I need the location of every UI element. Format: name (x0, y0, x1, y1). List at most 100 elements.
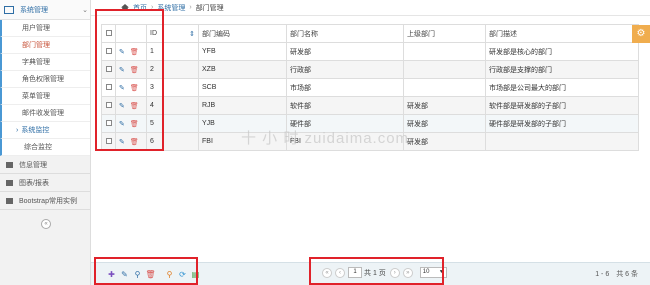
sidebar-item-role[interactable]: 角色权限管理 (0, 71, 90, 88)
chevron-right-icon: › (16, 126, 19, 134)
header-id-label: ID (150, 29, 157, 37)
sidebar-group-monitor[interactable]: › 系统监控 (0, 122, 90, 139)
prev-page-button[interactable]: ‹ (335, 267, 345, 278)
delete-icon[interactable]: 🗑 (130, 85, 139, 92)
breadcrumb-home[interactable]: 首页 (133, 3, 147, 13)
row-checkbox[interactable] (105, 102, 112, 109)
record-info: 1 - 6 共 6 条 (595, 271, 638, 278)
cell-id: 3 (146, 78, 199, 97)
cell-name: 市场部 (286, 78, 404, 97)
sidebar-item-mail[interactable]: 邮件收发管理 (0, 105, 90, 122)
add-icon[interactable]: ✚ (106, 269, 117, 280)
page-size-value: 10 (422, 269, 430, 275)
delete-icon[interactable]: 🗑 (130, 49, 139, 56)
header-id[interactable]: ID ⇕ (146, 24, 199, 43)
cell-name: 研发部 (286, 42, 404, 61)
table-row[interactable]: ✎ 🗑 2 XZB 行政部 行政部是支撑的部门 (101, 60, 639, 79)
row-checkbox-cell[interactable] (101, 78, 116, 97)
last-page-button[interactable]: » (402, 267, 413, 278)
delete-icon[interactable]: 🗑 (130, 103, 139, 110)
sidebar-item-dict[interactable]: 字典管理 (0, 54, 90, 71)
cell-desc: 市场部是公司最大的部门 (485, 78, 639, 97)
row-checkbox[interactable] (105, 66, 112, 73)
main-content: 首页 › 系统管理 › 部门管理 ID ⇕ 部门编码 部门名称 上级部门 部门描述… (91, 0, 650, 285)
cell-desc: 硬件部是研发部的子部门 (485, 114, 639, 133)
table-row[interactable]: ✎ 🗑 1 YFB 研发部 研发部是核心的部门 (101, 42, 639, 61)
sidebar-submenu: 用户管理 部门管理 字典管理 角色权限管理 菜单管理 邮件收发管理 › 系统监控… (0, 20, 90, 156)
view-icon[interactable]: ⚲ (132, 269, 143, 280)
first-page-button[interactable]: « (322, 267, 332, 278)
table-row[interactable]: ✎ 🗑 3 SCB 市场部 市场部是公司最大的部门 (101, 78, 639, 97)
home-icon (121, 4, 129, 11)
row-actions: ✎ 🗑 (115, 42, 147, 61)
row-checkbox[interactable] (105, 138, 112, 145)
section-icon (6, 179, 13, 186)
sidebar-section-chart[interactable]: 图表/报表 (0, 174, 90, 192)
sidebar-collapse-button[interactable]: « (41, 219, 51, 229)
table-header-row: ID ⇕ 部门编码 部门名称 上级部门 部门描述 (101, 24, 639, 43)
header-parent[interactable]: 上级部门 (403, 24, 486, 43)
header-code[interactable]: 部门编码 (198, 24, 287, 43)
select-all-cell[interactable] (101, 24, 116, 43)
export-icon[interactable]: ▤ (190, 269, 201, 280)
table-row[interactable]: ✎ 🗑 4 RJB 软件部 研发部 软件部是研发部的子部门 (101, 96, 639, 115)
refresh-icon[interactable]: ⟳ (177, 269, 188, 280)
delete-icon[interactable]: 🗑 (145, 269, 156, 280)
breadcrumb-sep: › (189, 4, 192, 11)
edit-icon[interactable]: ✎ (119, 103, 125, 110)
edit-icon[interactable]: ✎ (119, 121, 125, 128)
dropdown-icon: ▼ (438, 269, 444, 275)
edit-icon[interactable]: ✎ (119, 269, 130, 280)
edit-icon[interactable]: ✎ (119, 49, 125, 56)
pager: « ‹ 1 共 1 页 › » 10 ▼ (322, 267, 447, 278)
page-input[interactable]: 1 (348, 267, 362, 278)
sidebar-section-label: Bootstrap常用实例 (19, 197, 77, 205)
row-checkbox-cell[interactable] (101, 96, 116, 115)
sidebar-section-info[interactable]: 信息管理 (0, 156, 90, 174)
sidebar-section-bootstrap[interactable]: Bootstrap常用实例 (0, 192, 90, 210)
row-checkbox[interactable] (105, 48, 112, 55)
page-size-select[interactable]: 10 ▼ (419, 267, 447, 278)
sort-icon[interactable]: ⇕ (189, 30, 195, 38)
row-checkbox-cell[interactable] (101, 60, 116, 79)
settings-gear-button[interactable]: ⚙ (632, 25, 650, 43)
header-desc[interactable]: 部门描述 (485, 24, 639, 43)
cell-code: SCB (198, 78, 287, 97)
sidebar-item-user[interactable]: 用户管理 (0, 20, 90, 37)
edit-icon[interactable]: ✎ (119, 139, 125, 146)
edit-icon[interactable]: ✎ (119, 85, 125, 92)
action-tools: ✚ ✎ ⚲ 🗑 ⚲ ⟳ ▤ (106, 269, 203, 280)
row-actions: ✎ 🗑 (115, 78, 147, 97)
row-checkbox-cell[interactable] (101, 42, 116, 61)
sidebar-section-label: 信息管理 (19, 161, 47, 169)
row-checkbox[interactable] (105, 120, 112, 127)
sidebar-item-monitor[interactable]: 综合监控 (0, 139, 90, 156)
row-checkbox-cell[interactable] (101, 114, 116, 133)
cell-id: 5 (146, 114, 199, 133)
search-icon[interactable]: ⚲ (164, 269, 175, 280)
delete-icon[interactable]: 🗑 (130, 121, 139, 128)
cell-desc (485, 132, 639, 151)
cell-code: XZB (198, 60, 287, 79)
sidebar-section-label: 图表/报表 (19, 179, 49, 187)
cell-parent: 研发部 (403, 114, 486, 133)
delete-icon[interactable]: 🗑 (130, 67, 139, 74)
sidebar-system-manage[interactable]: 系统管理 ⌄ (0, 0, 90, 20)
edit-icon[interactable]: ✎ (119, 67, 125, 74)
next-page-button[interactable]: › (389, 267, 400, 278)
cell-name: 行政部 (286, 60, 404, 79)
cell-parent (403, 60, 486, 79)
header-name[interactable]: 部门名称 (286, 24, 404, 43)
sidebar-item-menu[interactable]: 菜单管理 (0, 88, 90, 105)
sidebar: 系统管理 ⌄ 用户管理 部门管理 字典管理 角色权限管理 菜单管理 邮件收发管理… (0, 0, 91, 285)
row-checkbox[interactable] (105, 84, 112, 91)
breadcrumb-parent[interactable]: 系统管理 (157, 3, 185, 13)
delete-icon[interactable]: 🗑 (130, 139, 139, 146)
cell-name: 软件部 (286, 96, 404, 115)
watermark: 十 小 时 zuidaima.com (241, 130, 410, 147)
sidebar-item-dept[interactable]: 部门管理 (0, 37, 90, 54)
header-actions (115, 24, 147, 43)
cell-code: RJB (198, 96, 287, 115)
row-checkbox-cell[interactable] (101, 132, 116, 151)
select-all-checkbox[interactable] (105, 30, 112, 37)
